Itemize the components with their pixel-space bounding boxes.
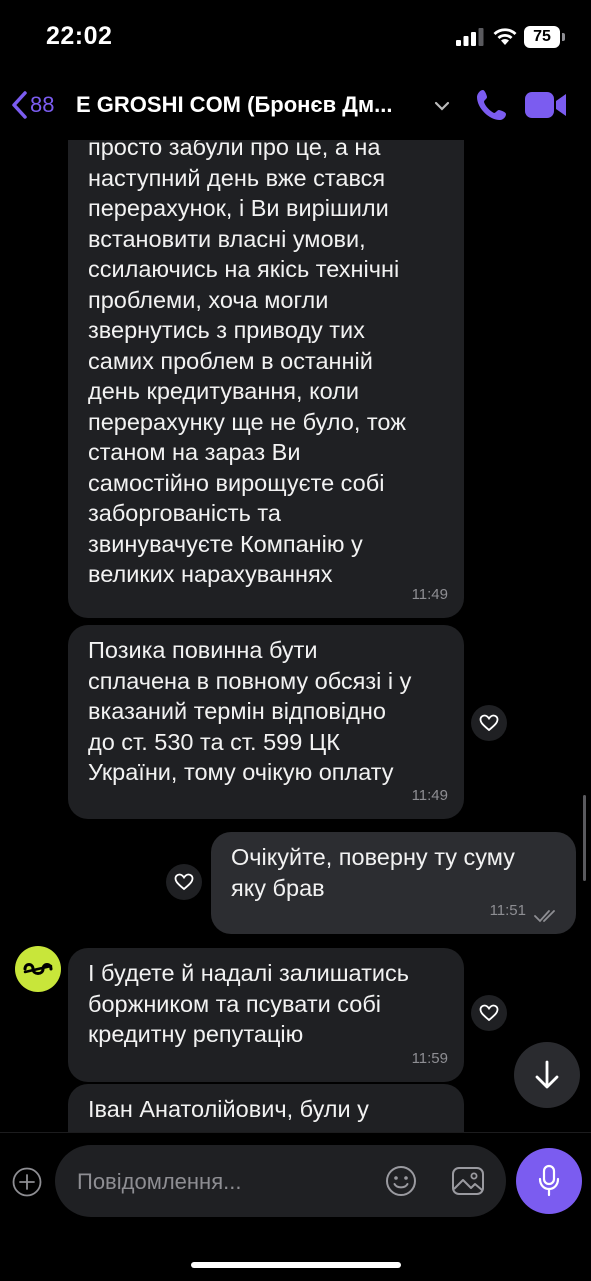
message-list[interactable]: просто забули про це, а на наступний ден… bbox=[0, 140, 591, 1132]
message-bubble-incoming[interactable]: Іван Анатолійович, були у bbox=[68, 1084, 464, 1132]
battery-indicator: 75 bbox=[524, 26, 560, 48]
message-text: Іван Анатолійович, були у bbox=[88, 1096, 369, 1122]
status-bar: 22:02 75 bbox=[0, 0, 591, 72]
heart-outline-icon bbox=[479, 714, 499, 732]
back-button[interactable]: 88 bbox=[10, 90, 54, 120]
sender-avatar[interactable] bbox=[15, 946, 61, 992]
scroll-to-bottom-button[interactable] bbox=[514, 1042, 580, 1108]
chat-header: 88 E GROSHI COM (Бронєв Дм... bbox=[0, 72, 591, 140]
message-text: Позика повинна бути сплачена в повному о… bbox=[88, 637, 412, 785]
reaction-button[interactable] bbox=[471, 705, 507, 741]
reaction-button[interactable] bbox=[471, 995, 507, 1031]
message-text: просто забули про це, а на наступний ден… bbox=[88, 140, 406, 587]
chat-title[interactable]: E GROSHI COM (Бронєв Дм... bbox=[76, 92, 428, 118]
message-time: 11:49 bbox=[411, 786, 448, 804]
microphone-icon bbox=[538, 1164, 560, 1197]
message-text: І будете й надалі залишатись боржником т… bbox=[88, 960, 409, 1047]
scrollbar[interactable] bbox=[583, 795, 586, 881]
chevron-left-icon bbox=[12, 91, 27, 119]
emoji-sticker-icon[interactable] bbox=[385, 1165, 417, 1197]
egroshi-logo-icon bbox=[23, 963, 53, 975]
back-unread-count: 88 bbox=[30, 92, 55, 117]
message-bubble-incoming[interactable]: просто забули про це, а на наступний ден… bbox=[68, 140, 464, 618]
message-time: 11:49 bbox=[411, 585, 448, 603]
message-bubble-outgoing[interactable]: Очікуйте, поверну ту суму яку брав 11:51 bbox=[211, 832, 576, 934]
phone-call-icon[interactable] bbox=[476, 88, 508, 122]
message-bubble-incoming[interactable]: Позика повинна бути сплачена в повному о… bbox=[68, 625, 464, 819]
message-text: Очікуйте, поверну ту суму яку брав bbox=[231, 844, 515, 901]
message-composer bbox=[0, 1132, 591, 1281]
voice-message-button[interactable] bbox=[516, 1148, 582, 1214]
home-indicator[interactable] bbox=[191, 1262, 401, 1268]
battery-tip bbox=[562, 33, 565, 41]
heart-outline-icon bbox=[479, 1004, 499, 1022]
message-input[interactable] bbox=[75, 1145, 379, 1219]
arrow-down-icon bbox=[535, 1060, 559, 1089]
message-time: 11:51 bbox=[489, 901, 526, 919]
double-check-read-icon bbox=[534, 910, 555, 923]
chevron-down-icon[interactable] bbox=[434, 100, 450, 112]
message-bubble-incoming[interactable]: І будете й надалі залишатись боржником т… bbox=[68, 948, 464, 1082]
message-input-container[interactable] bbox=[55, 1145, 506, 1219]
cellular-signal-icon bbox=[456, 28, 484, 46]
message-time: 11:59 bbox=[411, 1049, 448, 1067]
status-time: 22:02 bbox=[46, 22, 113, 50]
plus-icon[interactable] bbox=[12, 1167, 42, 1197]
wifi-icon bbox=[493, 28, 517, 45]
video-call-icon[interactable] bbox=[524, 90, 568, 120]
reaction-button[interactable] bbox=[166, 864, 202, 900]
gallery-image-icon[interactable] bbox=[451, 1165, 485, 1197]
heart-outline-icon bbox=[174, 873, 194, 891]
